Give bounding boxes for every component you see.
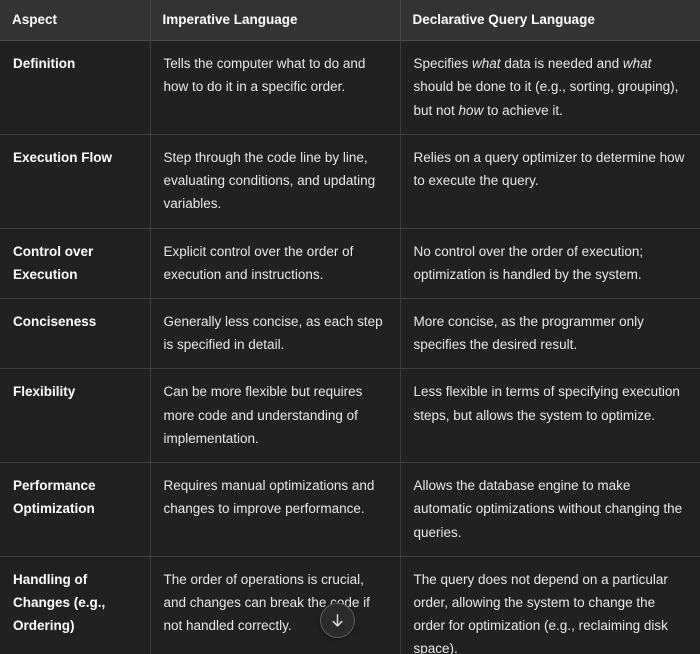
table-header: Aspect Imperative Language Declarative Q… (0, 0, 700, 42)
cell-aspect: Control over Execution (0, 227, 151, 299)
table-row: Execution Flow Step through the code lin… (0, 133, 700, 229)
arrow-down-icon (329, 612, 346, 629)
cell-aspect: Handling of Changes (e.g., Ordering) (0, 555, 151, 654)
cell-aspect: Execution Flow (0, 133, 151, 229)
comparison-table-viewport: Aspect Imperative Language Declarative Q… (0, 0, 700, 654)
cell-declarative: Relies on a query optimizer to determine… (399, 133, 700, 229)
comparison-table: Aspect Imperative Language Declarative Q… (0, 0, 700, 654)
cell-declarative: Less flexible in terms of specifying exe… (399, 368, 700, 464)
cell-imperative: Step through the code line by line, eval… (149, 133, 401, 229)
table-row: Definition Tells the computer what to do… (0, 40, 700, 135)
column-header-aspect: Aspect (0, 0, 151, 42)
table-header-row: Aspect Imperative Language Declarative Q… (0, 0, 700, 42)
cell-imperative: The order of operations is crucial, and … (149, 555, 401, 654)
cell-declarative: Allows the database engine to make autom… (399, 462, 700, 557)
table-row: Flexibility Can be more flexible but req… (0, 368, 700, 464)
cell-imperative: Can be more flexible but requires more c… (149, 368, 401, 464)
table-body: Definition Tells the computer what to do… (0, 40, 700, 654)
cell-aspect: Conciseness (0, 297, 151, 370)
cell-aspect: Definition (0, 40, 151, 135)
cell-aspect: Flexibility (0, 368, 151, 464)
table-row: Performance Optimization Requires manual… (0, 462, 700, 557)
cell-imperative: Requires manual optimizations and change… (149, 462, 401, 557)
cell-declarative: Specifies what data is needed and what s… (399, 40, 700, 135)
cell-aspect: Performance Optimization (0, 462, 151, 557)
cell-imperative: Tells the computer what to do and how to… (149, 40, 401, 135)
cell-declarative: The query does not depend on a particula… (399, 555, 700, 654)
column-header-imperative: Imperative Language (149, 0, 401, 42)
cell-declarative: No control over the order of execution; … (399, 227, 700, 299)
table-row: Conciseness Generally less concise, as e… (0, 297, 700, 370)
column-header-declarative: Declarative Query Language (399, 0, 700, 42)
table-row: Control over Execution Explicit control … (0, 227, 700, 299)
cell-imperative: Generally less concise, as each step is … (149, 297, 401, 370)
cell-imperative: Explicit control over the order of execu… (149, 227, 401, 299)
cell-declarative: More concise, as the programmer only spe… (399, 297, 700, 370)
scroll-to-bottom-button[interactable] (320, 603, 355, 638)
table-row: Handling of Changes (e.g., Ordering) The… (0, 555, 700, 654)
